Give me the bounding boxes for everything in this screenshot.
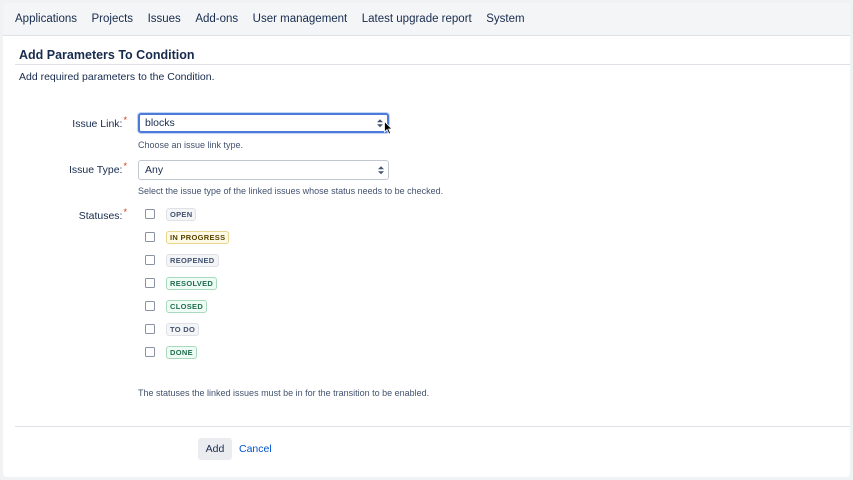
issue-type-label-text: Issue Type: (68, 164, 123, 176)
issue-link-label: Issue Link:* (72, 115, 127, 130)
nav-issues[interactable]: Issues (148, 13, 181, 25)
page-title: Add Parameters To Condition (19, 48, 195, 62)
statuses-label: Statuses:* (78, 207, 127, 222)
status-option-reopened[interactable]: REOPENED (145, 253, 219, 267)
required-marker: * (123, 207, 127, 217)
page-description: Add required parameters to the Condition… (19, 71, 215, 83)
status-lozenge: TO DO (166, 322, 200, 336)
title-divider (15, 64, 850, 65)
cancel-link[interactable]: Cancel (239, 438, 272, 460)
admin-page: Applications Projects Issues Add-ons Use… (3, 3, 850, 477)
nav-system[interactable]: System (486, 13, 524, 25)
status-option-in-progress[interactable]: IN PROGRESS (145, 230, 230, 244)
status-checkbox[interactable] (145, 209, 155, 219)
status-lozenge: REOPENED (166, 253, 219, 267)
issue-type-value: Any (145, 164, 164, 176)
select-arrows-icon (378, 166, 384, 174)
status-option-resolved[interactable]: RESOLVED (145, 276, 218, 290)
issue-link-help: Choose an issue link type. (138, 140, 244, 150)
status-lozenge: OPEN (166, 207, 197, 221)
status-option-done[interactable]: DONE (145, 345, 197, 359)
status-option-to-do[interactable]: TO DO (145, 322, 200, 336)
issue-link-value: blocks (145, 117, 175, 129)
status-checkbox[interactable] (145, 347, 155, 357)
issue-link-label-text: Issue Link: (72, 118, 123, 130)
status-option-closed[interactable]: CLOSED (145, 299, 208, 313)
status-checkbox[interactable] (145, 301, 155, 311)
issue-type-select[interactable]: Any (138, 160, 389, 180)
mouse-pointer-icon (384, 121, 393, 135)
required-marker: * (123, 115, 127, 125)
statuses-label-text: Statuses: (78, 210, 123, 222)
nav-projects[interactable]: Projects (92, 13, 134, 25)
issue-type-label: Issue Type:* (68, 161, 127, 176)
status-lozenge: CLOSED (166, 299, 208, 313)
status-checkbox[interactable] (145, 255, 155, 265)
status-checkbox[interactable] (145, 324, 155, 334)
required-marker: * (123, 161, 127, 171)
status-checkbox[interactable] (145, 232, 155, 242)
nav-latest-upgrade-report[interactable]: Latest upgrade report (362, 13, 472, 25)
status-lozenge: IN PROGRESS (166, 230, 230, 244)
select-arrows-icon (377, 119, 383, 127)
nav-applications[interactable]: Applications (15, 13, 77, 25)
issue-link-select[interactable]: blocks (138, 113, 389, 133)
add-button[interactable]: Add (198, 438, 232, 460)
status-lozenge: RESOLVED (166, 276, 218, 290)
issue-type-help: Select the issue type of the linked issu… (138, 186, 444, 196)
footer-divider (15, 426, 850, 427)
status-checkbox[interactable] (145, 278, 155, 288)
nav-user-management[interactable]: User management (253, 13, 348, 25)
status-option-open[interactable]: OPEN (145, 207, 197, 221)
statuses-help: The statuses the linked issues must be i… (138, 388, 430, 398)
nav-add-ons[interactable]: Add-ons (195, 13, 238, 25)
admin-top-nav: Applications Projects Issues Add-ons Use… (3, 3, 850, 36)
status-lozenge: DONE (166, 345, 197, 359)
